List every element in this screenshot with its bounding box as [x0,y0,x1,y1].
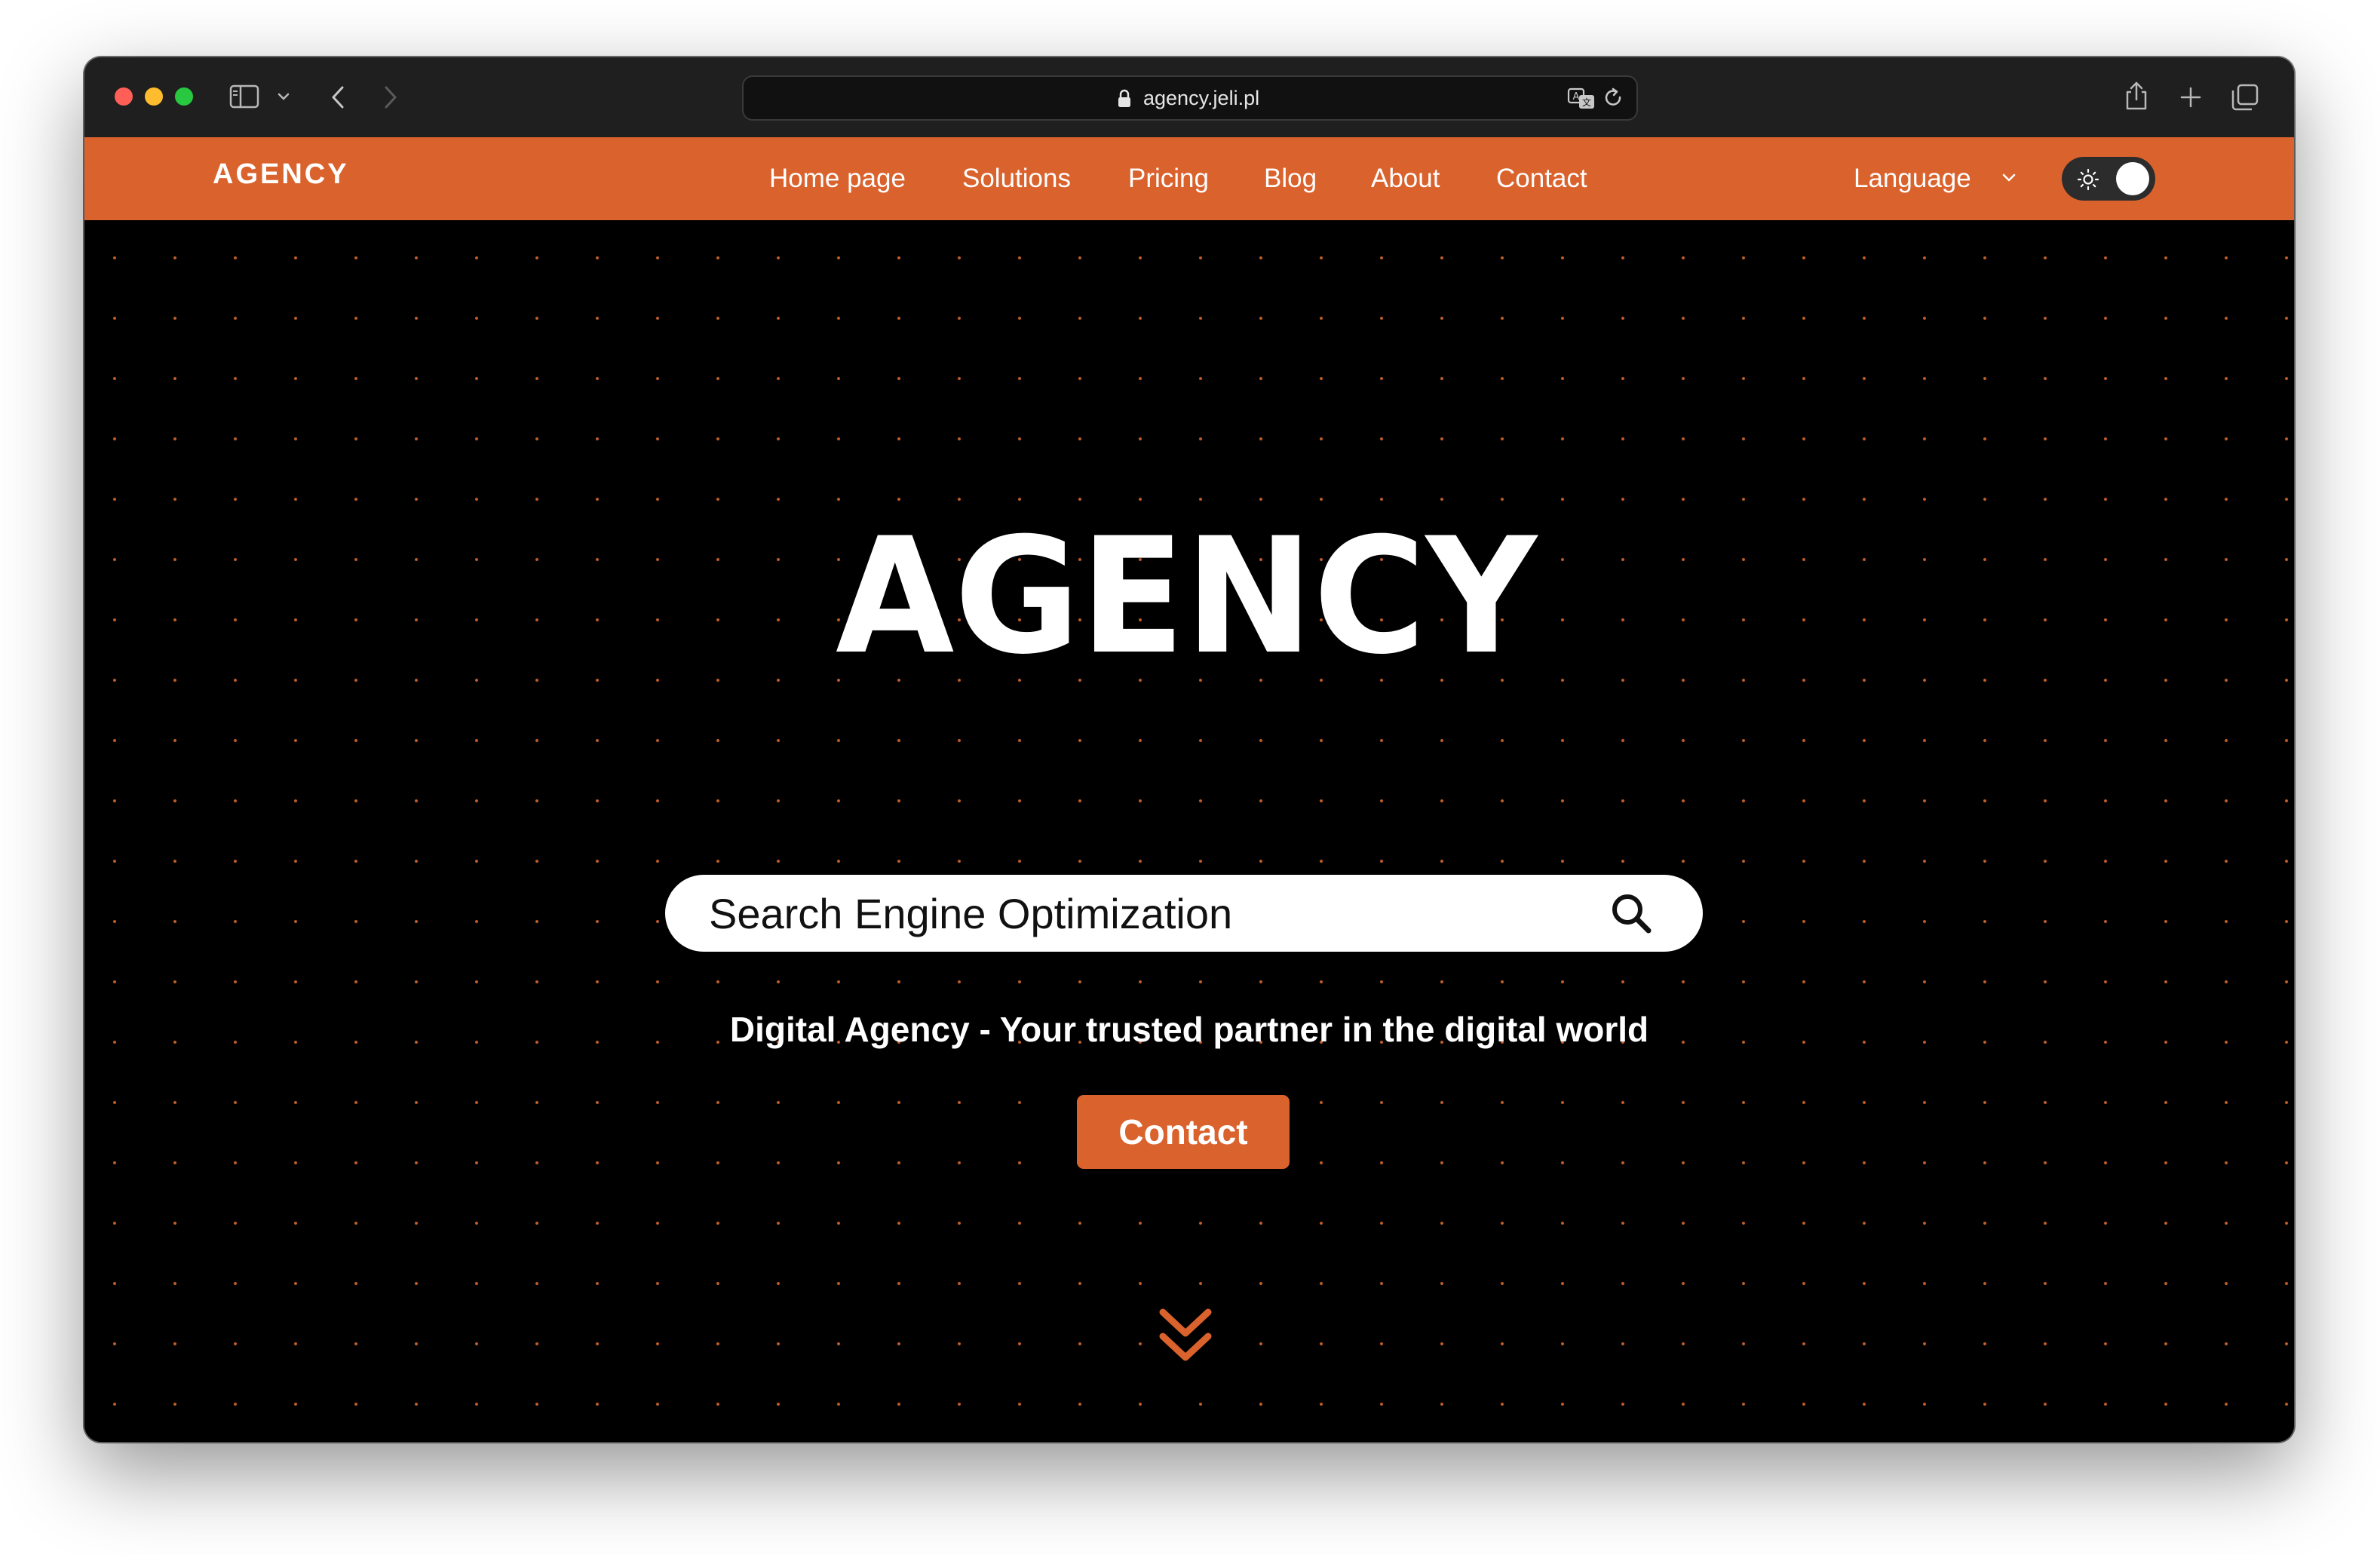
theme-toggle[interactable] [2062,157,2155,201]
share-icon[interactable] [2124,80,2149,112]
zoom-window-button[interactable] [175,87,193,106]
site-navigation: AGENCY Home page Solutions Pricing Blog … [84,137,2294,220]
contact-button[interactable]: Contact [1077,1095,1290,1169]
chevron-down-icon[interactable] [278,92,290,101]
chevron-down-icon [2002,173,2016,182]
reload-icon[interactable] [1603,87,1624,109]
nav-link-about[interactable]: About [1371,137,1440,220]
search-bar [665,875,1703,952]
translate-icon[interactable]: A 文 [1567,87,1597,110]
hero-logo: AGENCY [836,523,1538,662]
toggle-knob [2116,162,2149,195]
lock-icon [1118,89,1130,107]
sidebar-icon[interactable] [229,84,259,109]
close-window-button[interactable] [115,87,133,106]
hero-section: AGENCY Digital Agency - Your trusted par… [84,220,2294,1442]
nav-link-home[interactable]: Home page [769,137,906,220]
nav-link-blog[interactable]: Blog [1264,137,1317,220]
minimize-window-button[interactable] [145,87,163,106]
nav-logo[interactable]: AGENCY [213,158,349,191]
sun-icon [2077,168,2099,191]
browser-toolbar: agency.jeli.pl A 文 [84,57,2294,139]
browser-window: agency.jeli.pl A 文 AGENCY Home page Solu… [84,57,2294,1442]
double-chevron-down-icon[interactable] [1157,1306,1214,1368]
back-icon[interactable] [329,84,347,110]
search-input[interactable] [709,875,1584,952]
nav-link-pricing[interactable]: Pricing [1128,137,1209,220]
forward-icon[interactable] [382,84,400,110]
hero-tagline: Digital Agency - Your trusted partner in… [729,1010,1649,1049]
url-text: agency.jeli.pl [1143,87,1260,109]
new-tab-icon[interactable] [2179,86,2202,109]
nav-link-contact[interactable]: Contact [1496,137,1587,220]
search-icon[interactable] [1608,890,1656,938]
language-label: Language [1854,164,1971,193]
address-bar[interactable]: agency.jeli.pl A 文 [742,75,1638,121]
hero-logo-text: AGENCY [836,523,1538,662]
nav-link-solutions[interactable]: Solutions [962,137,1071,220]
svg-text:A: A [1573,91,1580,103]
svg-text:文: 文 [1582,97,1591,108]
tabs-overview-icon[interactable] [2231,83,2259,112]
language-dropdown[interactable]: Language [1854,137,2016,220]
